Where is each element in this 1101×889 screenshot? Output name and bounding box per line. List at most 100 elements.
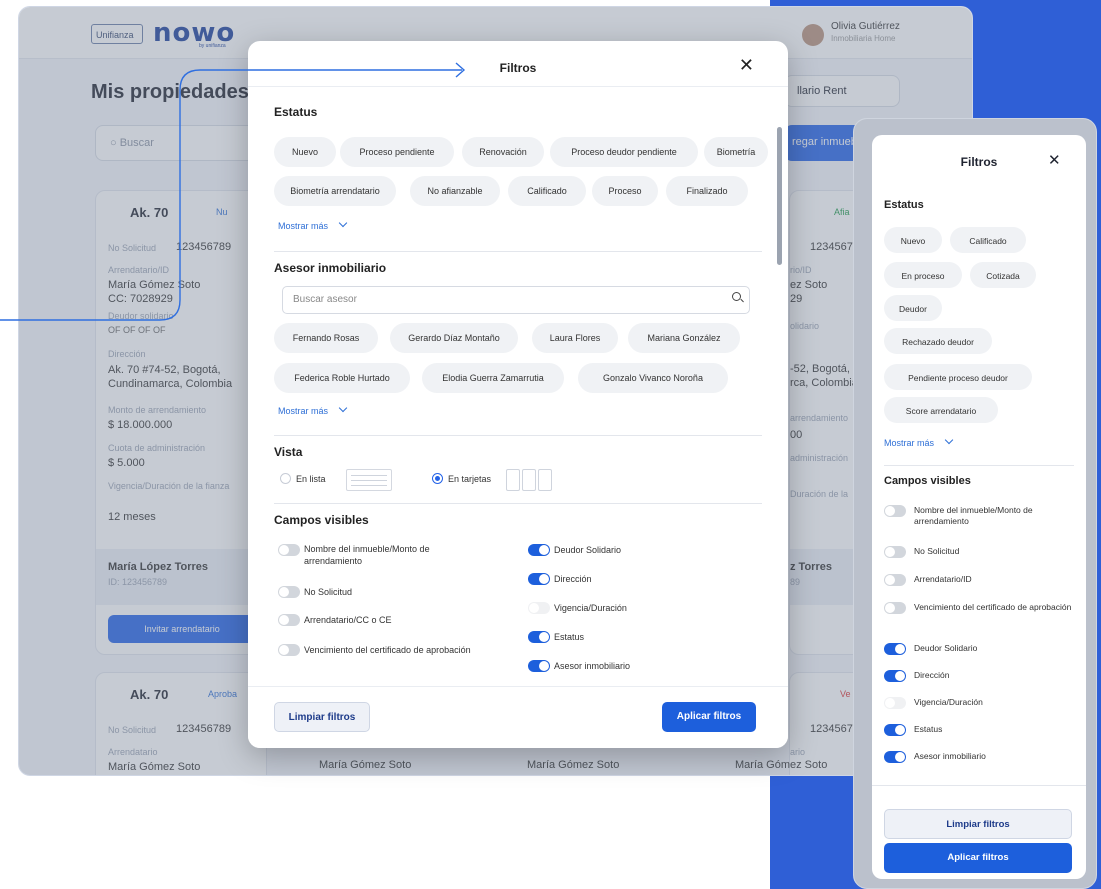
vista-cards-label: En tarjetas: [448, 474, 492, 484]
chip-asesor[interactable]: Federica Roble Hurtado: [274, 363, 410, 393]
toggle-direccion[interactable]: [528, 573, 550, 585]
chevron-down-icon: [338, 403, 348, 413]
estatus-title: Estatus: [884, 199, 924, 211]
divider: [872, 785, 1086, 786]
chip-estatus[interactable]: Deudor: [884, 295, 942, 321]
modal-footer: Limpiar filtros Aplicar filtros: [248, 686, 788, 748]
toggle-label: Vigencia/Duración: [554, 603, 627, 613]
toggle-asesor[interactable]: [884, 751, 906, 763]
toggle-label: Estatus: [914, 724, 943, 734]
chip-proceso-pendiente[interactable]: Proceso pendiente: [340, 137, 454, 167]
apply-filters-button[interactable]: Aplicar filtros: [884, 843, 1072, 873]
toggle-nombre-inmueble[interactable]: [884, 505, 906, 517]
cards-view-icon: [506, 469, 552, 491]
chip-asesor[interactable]: Elodia Guerra Zamarrutia: [422, 363, 564, 393]
chip-finalizado[interactable]: Finalizado: [666, 176, 748, 206]
chip-estatus[interactable]: Score arrendatario: [884, 397, 998, 423]
chip-proceso-deudor-pendiente[interactable]: Proceso deudor pendiente: [550, 137, 698, 167]
chip-estatus[interactable]: Rechazado deudor: [884, 328, 992, 354]
show-more-label: Mostrar más: [278, 221, 329, 231]
toggle-estatus[interactable]: [528, 631, 550, 643]
show-more-label: Mostrar más: [278, 406, 329, 416]
show-more-asesor[interactable]: Mostrar más: [278, 403, 348, 416]
toggle-label: Asesor inmobiliario: [914, 751, 986, 761]
toggle-direccion[interactable]: [884, 670, 906, 682]
toggle-arrendatario[interactable]: [884, 574, 906, 586]
clear-filters-button[interactable]: Limpiar filtros: [274, 702, 370, 732]
close-icon[interactable]: ✕: [739, 55, 754, 76]
divider: [274, 251, 762, 252]
chip-asesor[interactable]: Mariana González: [628, 323, 740, 353]
search-icon: [732, 292, 741, 301]
filters-modal: Filtros ✕ Estatus Nuevo Proceso pendient…: [248, 41, 788, 748]
chip-estatus[interactable]: Nuevo: [884, 227, 942, 253]
chip-asesor[interactable]: Gerardo Díaz Montaño: [390, 323, 518, 353]
toggle-vencimiento[interactable]: [278, 644, 300, 656]
vista-list-label: En lista: [296, 474, 326, 484]
show-more-estatus[interactable]: Mostrar más: [278, 218, 348, 231]
apply-filters-button[interactable]: Aplicar filtros: [662, 702, 756, 732]
vista-title: Vista: [274, 445, 303, 459]
chip-asesor[interactable]: Laura Flores: [532, 323, 618, 353]
toggle-label: Vigencia/Duración: [914, 697, 983, 707]
toggle-label: Dirección: [914, 670, 950, 680]
toggle-label: No Solicitud: [304, 587, 353, 597]
chevron-down-icon: [944, 435, 954, 445]
toggle-label: Asesor inmobiliario: [554, 661, 631, 671]
chip-asesor[interactable]: Fernando Rosas: [274, 323, 378, 353]
show-more-label: Mostrar más: [884, 438, 935, 448]
close-icon[interactable]: ✕: [1048, 151, 1061, 169]
chip-nuevo[interactable]: Nuevo: [274, 137, 336, 167]
toggle-label: No Solicitud: [914, 546, 960, 556]
toggle-deudor-solidario[interactable]: [884, 643, 906, 655]
chip-asesor[interactable]: Gonzalo Vivanco Noroña: [578, 363, 728, 393]
toggle-asesor[interactable]: [528, 660, 550, 672]
campos-title: Campos visibles: [274, 513, 369, 527]
radio-list[interactable]: [280, 473, 291, 484]
chip-estatus[interactable]: Calificado: [950, 227, 1026, 253]
toggle-label: Arrendatario/CC o CE: [304, 615, 392, 625]
divider: [274, 435, 762, 436]
chip-calificado[interactable]: Calificado: [508, 176, 586, 206]
chip-renovacion[interactable]: Renovación: [462, 137, 544, 167]
chip-biometria-arrendatario[interactable]: Biometría arrendatario: [274, 176, 396, 206]
toggle-label: Dirección: [554, 574, 592, 584]
asesor-title: Asesor inmobiliario: [274, 261, 387, 275]
divider: [884, 465, 1074, 466]
chip-biometria[interactable]: Biometría: [704, 137, 768, 167]
divider: [274, 503, 762, 504]
toggle-label: Vencimiento del certificado de aprobació…: [914, 602, 1072, 612]
modal-header: Filtros ✕: [248, 41, 788, 87]
campos-title: Campos visibles: [884, 475, 971, 487]
toggle-no-solicitud[interactable]: [884, 546, 906, 558]
toggle-vencimiento[interactable]: [884, 602, 906, 614]
chip-estatus[interactable]: Pendiente proceso deudor: [884, 364, 1032, 390]
toggle-label: Nombre del inmueble/Monto de arrendamien…: [914, 505, 1033, 526]
toggle-label: Estatus: [554, 632, 585, 642]
toggle-no-solicitud[interactable]: [278, 586, 300, 598]
radio-cards[interactable]: [432, 473, 443, 484]
toggle-nombre-inmueble[interactable]: [278, 544, 300, 556]
mobile-filters-modal: Filtros ✕ Estatus Nuevo Calificado En pr…: [872, 135, 1086, 879]
chip-proceso[interactable]: Proceso: [592, 176, 658, 206]
toggle-label: Deudor Solidario: [554, 545, 622, 555]
toggle-vigencia[interactable]: [884, 697, 906, 709]
asesor-search-input[interactable]: Buscar asesor: [282, 286, 750, 314]
chip-estatus[interactable]: En proceso: [884, 262, 962, 288]
mobile-screen: ID: 123456789 Filtros ✕ Estatus Nuevo Ca…: [853, 118, 1097, 889]
chip-no-afianzable[interactable]: No afianzable: [410, 176, 500, 206]
show-more-estatus[interactable]: Mostrar más: [884, 435, 954, 448]
toggle-deudor-solidario[interactable]: [528, 544, 550, 556]
list-view-icon: [346, 469, 392, 491]
scrollbar[interactable]: [777, 127, 782, 265]
toggle-arrendatario[interactable]: [278, 614, 300, 626]
toggle-label: Vencimiento del certificado de aprobació…: [304, 645, 471, 655]
chip-estatus[interactable]: Cotizada: [970, 262, 1036, 288]
toggle-estatus[interactable]: [884, 724, 906, 736]
modal-title: Filtros: [499, 61, 537, 75]
clear-filters-button[interactable]: Limpiar filtros: [884, 809, 1072, 839]
toggle-label: Arrendatario/ID: [914, 574, 972, 584]
toggle-label: Deudor Solidario: [914, 643, 978, 653]
toggle-vigencia[interactable]: [528, 602, 550, 614]
estatus-title: Estatus: [274, 105, 318, 119]
